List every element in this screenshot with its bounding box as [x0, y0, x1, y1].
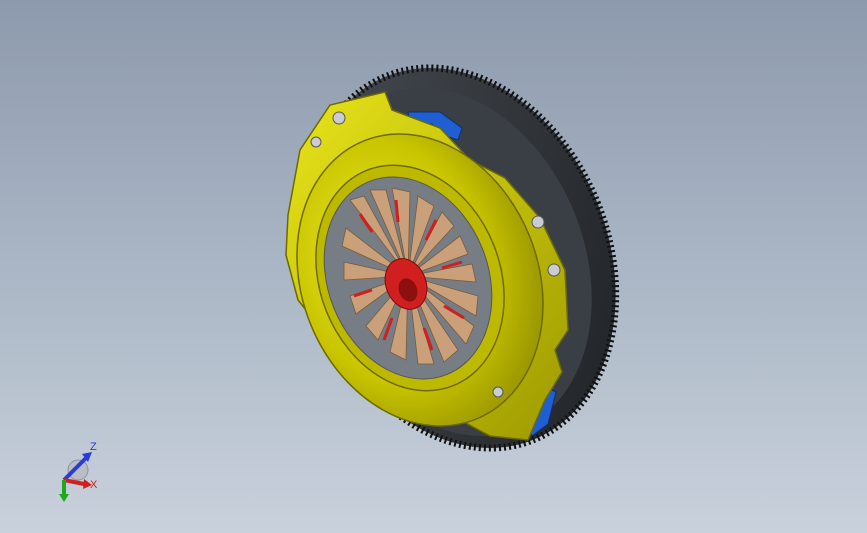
y-axis-arrowhead: [59, 494, 69, 502]
x-axis: [63, 478, 85, 486]
x-axis-label: X: [90, 479, 98, 491]
orientation-triad[interactable]: Z X: [52, 436, 108, 508]
clutch-assembly-model[interactable]: [0, 0, 867, 533]
z-axis-label: Z: [90, 441, 97, 453]
graphics-viewport[interactable]: Z X: [0, 0, 867, 533]
